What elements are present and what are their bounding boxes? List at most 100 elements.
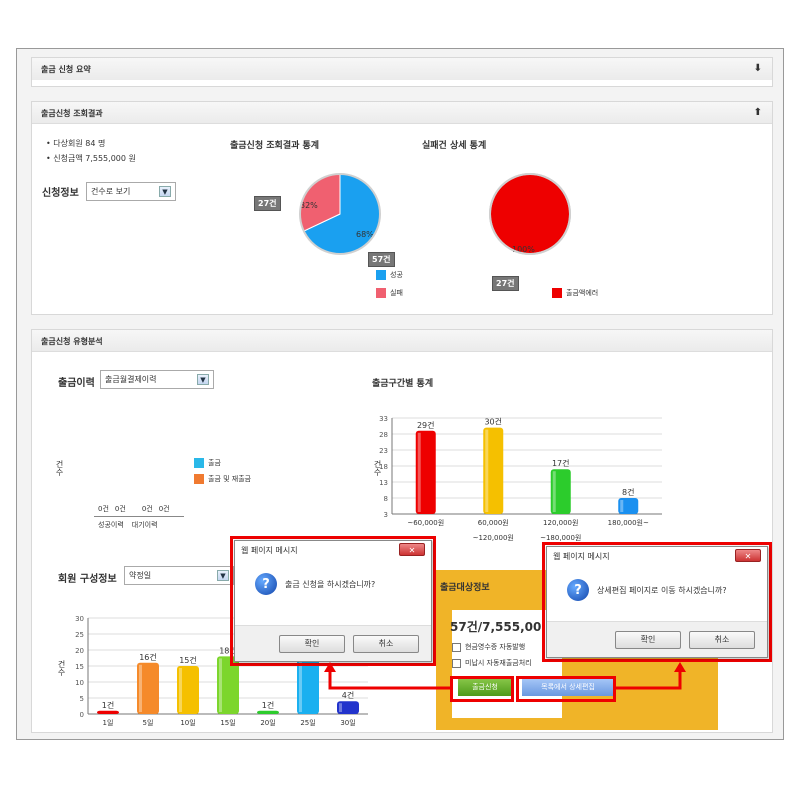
history-yaxis-label: 건수 (55, 460, 64, 476)
close-icon[interactable]: ✕ (399, 543, 425, 556)
data-label: 17건 (552, 458, 570, 468)
target-amount: 57건/7,555,00 (450, 620, 542, 634)
summary-panel-title: 출금 신청 요약 (41, 65, 91, 74)
legend-swatch-success (376, 270, 386, 280)
info-label: 신청정보 (42, 188, 79, 199)
category-label: 120,000원 (543, 518, 578, 527)
small-value: 0건 (158, 505, 170, 513)
tick-label: 23 (379, 447, 388, 455)
checkbox-receipt[interactable] (452, 642, 461, 652)
category-sublabel: ~120,000원 (473, 533, 514, 542)
tick-label: 30 (75, 615, 84, 623)
tick-label: 33 (379, 415, 388, 423)
tick-label: 13 (379, 479, 388, 487)
category-label: 1일 (103, 718, 114, 727)
tick-label: 25 (75, 631, 84, 639)
tick-label: 0 (80, 711, 84, 719)
target-info-title: 출금대상정보 (440, 583, 490, 593)
fail-count-tag: 27건 (254, 196, 281, 211)
category-label: 10일 (180, 718, 195, 727)
pie-failure: 100% (489, 173, 571, 255)
pie-result: 68%32% (299, 173, 381, 255)
category-label: 15일 (220, 718, 235, 727)
ok-button[interactable]: 확인 (615, 630, 681, 649)
category-label: 60,000원 (478, 518, 509, 527)
data-label: 1건 (102, 700, 114, 710)
data-label: 15건 (179, 655, 197, 665)
member-label: 회원 구성정보 (58, 574, 117, 585)
dialog-message: 출금 신청을 하시겠습니까? (285, 579, 376, 589)
category-label: 25일 (300, 718, 315, 727)
history-select[interactable]: 출금월결제이력 ▼ (100, 370, 214, 389)
summary-panel-header[interactable]: 출금 신청 요약 ⬇ (32, 58, 772, 80)
category-label: 20일 (260, 718, 275, 727)
cancel-button[interactable]: 취소 (689, 630, 755, 649)
analysis-panel-title: 출금신청 유형분석 (41, 337, 103, 346)
small-categories: 성공이력 대기이력 (98, 521, 158, 529)
legend-fail: 실패 (376, 288, 403, 298)
summary-bullets: • 다상회원 84 명 • 신청금액 7,555,000 원 (46, 136, 136, 166)
info-select[interactable]: 건수로 보기 ▼ (86, 182, 176, 201)
arrow-to-dialog2 (616, 670, 682, 690)
summary-panel: 출금 신청 요약 ⬇ (31, 57, 773, 87)
ok-button[interactable]: 확인 (279, 634, 345, 653)
bullet-members: • 다상회원 84 명 (46, 139, 106, 148)
bullet-amount: • 신청금액 7,555,000 원 (46, 154, 136, 163)
dialog-body: ? 출금 신청을 하시겠습니까? (235, 559, 431, 609)
category-sublabel: ~180,000원 (540, 533, 581, 542)
cancel-button[interactable]: 취소 (353, 634, 419, 653)
legend-rewithdraw: 출금 및 재출금 (194, 474, 251, 484)
chart2-title: 실패건 상세 통계 (422, 141, 487, 151)
bar (257, 710, 279, 714)
chevron-down-icon: ▼ (159, 186, 171, 197)
annotation-arrows (324, 662, 686, 690)
category-label: 180,000원~ (608, 518, 649, 527)
arrow-to-dialog1 (328, 670, 450, 690)
range-bar-chart: 3 8 13 18 23 28 33 29건 ~60,000원 30건 60,000원 ~120,00… (379, 415, 662, 542)
bar (97, 710, 119, 714)
confirm-apply-dialog: 웹 페이지 메시지 ✕ ? 출금 신청을 하시겠습니까? 확인 취소 (234, 540, 432, 662)
close-icon[interactable]: ✕ (735, 549, 761, 562)
legend-swatch-fail (376, 288, 386, 298)
result-panel: 출금신청 조회결과 ⬆ • 다상회원 84 명 • 신청금액 7,555,000… (31, 101, 773, 315)
result-panel-header[interactable]: 출금신청 조회결과 ⬆ (32, 102, 772, 124)
dialog-message: 상세편집 페이지로 이동 하시겠습니까? (597, 585, 727, 595)
data-label: 8건 (622, 487, 634, 497)
legend-success: 성공 (376, 270, 403, 280)
dialog-body: ? 상세편집 페이지로 이동 하시겠습니까? (547, 565, 767, 615)
tick-label: 28 (379, 431, 388, 439)
category-label: 5일 (143, 718, 154, 727)
category-label: ~60,000원 (407, 518, 444, 527)
legend-swatch-error (552, 288, 562, 298)
member-select[interactable]: 약정일 ▼ (124, 566, 234, 585)
tick-label: 18 (379, 463, 388, 471)
tick-label: 10 (75, 679, 84, 687)
expand-arrow-icon[interactable]: ⬇ (754, 63, 762, 74)
data-label: 1건 (262, 700, 274, 710)
data-label: 16건 (139, 652, 157, 662)
arrowhead-icon (674, 662, 686, 672)
member-yaxis-label: 건수 (57, 660, 66, 676)
error-count-tag: 27건 (492, 276, 519, 291)
tick-label: 3 (384, 511, 388, 519)
small-value: 0건 (98, 505, 109, 513)
legend-withdraw: 출금 (194, 458, 221, 468)
question-icon: ? (567, 579, 589, 601)
legend-error: 출금액에러 (552, 288, 598, 298)
tick-label: 15 (75, 663, 84, 671)
small-axis-line (94, 516, 184, 517)
legend-swatch-withdraw (194, 458, 204, 468)
collapse-arrow-icon[interactable]: ⬆ (754, 107, 762, 118)
arrowhead-icon (324, 662, 336, 672)
chevron-down-icon: ▼ (217, 570, 229, 581)
category-label: 30일 (340, 718, 355, 727)
confirm-edit-dialog: 웹 페이지 메시지 ✕ ? 상세편집 페이지로 이동 하시겠습니까? 확인 취소 (546, 546, 768, 658)
analysis-panel-header[interactable]: 출금신청 유형분석 (32, 330, 772, 352)
check-receipt[interactable]: 현금영수증 자동발행 (452, 642, 525, 652)
chevron-down-icon: ▼ (197, 374, 209, 385)
small-value: 0건 (141, 505, 153, 513)
result-panel-title: 출금신청 조회결과 (41, 109, 103, 118)
dialog-footer: 확인 취소 (235, 625, 431, 661)
range-chart-title: 출금구간별 통계 (372, 379, 434, 389)
chart1-title: 출금신청 조회결과 통계 (230, 141, 320, 151)
